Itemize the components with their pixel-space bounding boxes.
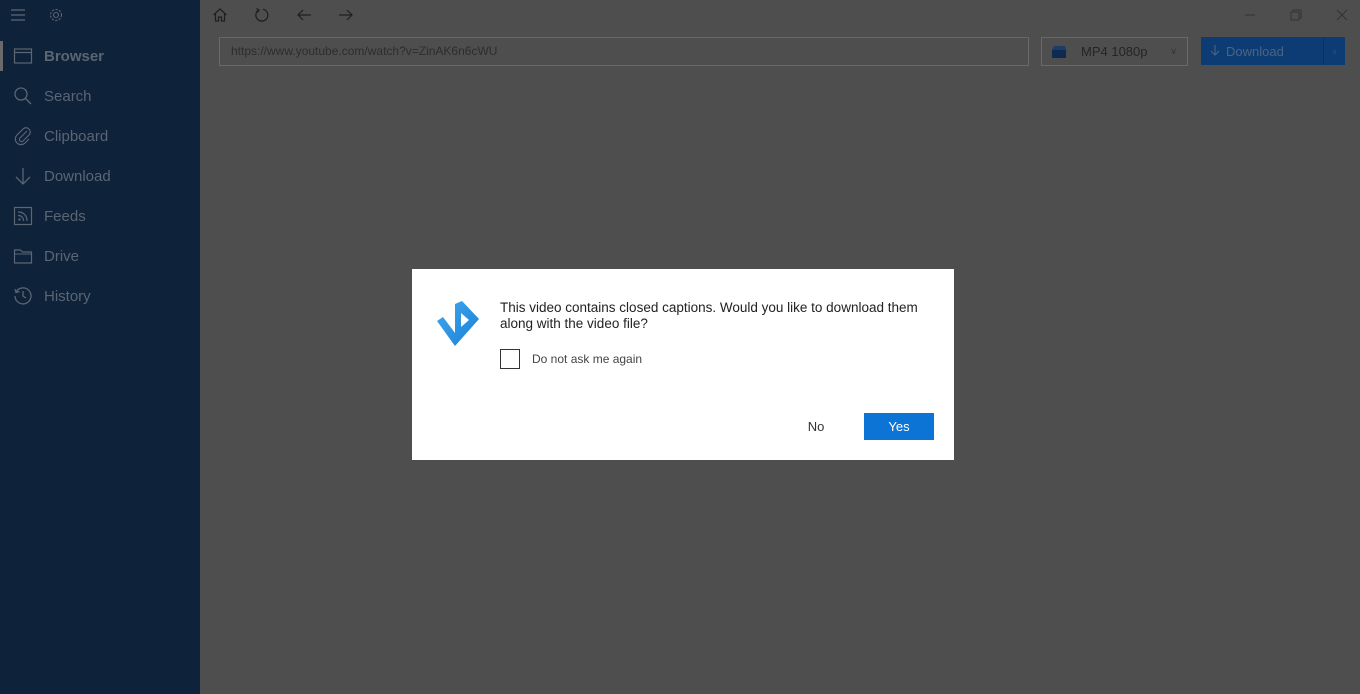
download-main-button[interactable]: Download (1201, 37, 1323, 65)
sidebar-header (0, 0, 200, 30)
sidebar-item-label: Download (44, 167, 111, 185)
download-arrow-icon (13, 166, 33, 186)
do-not-ask-checkbox[interactable] (500, 349, 520, 369)
history-icon (13, 286, 33, 306)
rss-icon (13, 206, 33, 226)
browser-icon (13, 46, 33, 66)
format-dropdown[interactable]: MP4 1080p ∨ (1041, 37, 1188, 66)
dialog-message: This video contains closed captions. Wou… (500, 300, 918, 331)
restore-icon[interactable] (1284, 4, 1308, 26)
settings-gear-icon[interactable] (46, 5, 66, 25)
minimize-icon[interactable] (1238, 4, 1262, 26)
download-options-dropdown[interactable]: ∨ (1323, 37, 1345, 65)
format-label: MP4 1080p (1081, 44, 1148, 59)
back-arrow-icon[interactable] (292, 4, 316, 26)
sidebar-item-label: Feeds (44, 207, 86, 225)
home-icon[interactable] (208, 4, 232, 26)
forward-arrow-icon[interactable] (334, 4, 358, 26)
sidebar-item-browser[interactable]: Browser (0, 36, 200, 76)
sidebar-item-feeds[interactable]: Feeds (0, 196, 200, 236)
sidebar-item-download[interactable]: Download (0, 156, 200, 196)
sidebar-item-label: History (44, 287, 91, 305)
refresh-icon[interactable] (250, 4, 274, 26)
sidebar-item-search[interactable]: Search (0, 76, 200, 116)
sidebar-item-label: Clipboard (44, 127, 109, 145)
chevron-down-icon: ∨ (1170, 46, 1177, 56)
download-button[interactable]: Download ∨ (1201, 37, 1345, 65)
download-arrow-icon (1210, 44, 1220, 59)
download-label: Download (1226, 43, 1284, 59)
sidebar: Browser Search Clipboard Download Feeds … (0, 0, 200, 694)
close-icon[interactable] (1330, 4, 1354, 26)
sidebar-item-label: Search (44, 87, 92, 105)
no-button[interactable]: No (784, 413, 848, 440)
sidebar-item-drive[interactable]: Drive (0, 236, 200, 276)
url-input[interactable]: https://www.youtube.com/watch?v=ZinAK6n6… (219, 37, 1029, 66)
video-clapper-icon (1051, 45, 1067, 59)
yes-button[interactable]: Yes (864, 413, 934, 440)
app-logo-icon (435, 300, 481, 348)
sidebar-item-label: Drive (44, 247, 80, 265)
do-not-ask-label[interactable]: Do not ask me again (532, 352, 642, 366)
captions-dialog: This video contains closed captions. Wou… (412, 269, 954, 460)
paperclip-icon (13, 126, 33, 146)
hamburger-menu-icon[interactable] (8, 5, 28, 25)
sidebar-item-history[interactable]: History (0, 276, 200, 316)
sidebar-item-clipboard[interactable]: Clipboard (0, 116, 200, 156)
folder-icon (13, 246, 33, 266)
search-icon (13, 86, 33, 106)
sidebar-item-label: Browser (44, 47, 105, 65)
